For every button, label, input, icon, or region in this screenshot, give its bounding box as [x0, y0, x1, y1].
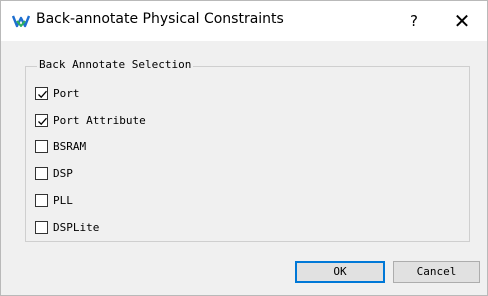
checkbox-port[interactable]: Port	[35, 84, 80, 102]
checkmark-icon	[38, 90, 47, 98]
checkbox-label: Port	[53, 86, 80, 100]
checkbox-box[interactable]	[35, 220, 48, 234]
checkbox-box[interactable]	[35, 166, 48, 180]
checkbox-pll[interactable]: PLL	[35, 191, 73, 209]
checkbox-dsplite[interactable]: DSPLite	[35, 218, 99, 236]
checkbox-label: PLL	[53, 193, 73, 207]
checkbox-label: Port Attribute	[53, 113, 146, 127]
cancel-button[interactable]: Cancel	[393, 261, 480, 283]
checkbox-box[interactable]	[35, 86, 48, 100]
checkbox-box[interactable]	[35, 113, 48, 127]
selection-group	[25, 66, 470, 242]
checkbox-bsram[interactable]: BSRAM	[35, 137, 86, 155]
checkbox-label: BSRAM	[53, 139, 87, 153]
checkbox-box[interactable]	[35, 193, 48, 207]
checkbox-box[interactable]	[35, 139, 48, 153]
checkbox-port-attribute[interactable]: Port Attribute	[35, 111, 146, 129]
dialog-window: Back-annotate Physical Constraints ? ✕ B…	[0, 0, 488, 296]
checkbox-label: DSP	[53, 166, 73, 180]
window-title: Back-annotate Physical Constraints	[36, 11, 284, 27]
ok-button[interactable]: OK	[295, 261, 385, 283]
group-title: Back Annotate Selection	[37, 58, 194, 71]
checkmark-icon	[38, 117, 47, 125]
help-button[interactable]: ?	[399, 7, 429, 35]
close-button[interactable]: ✕	[447, 7, 477, 35]
app-logo-icon	[11, 12, 31, 30]
title-bar[interactable]: Back-annotate Physical Constraints ? ✕	[1, 1, 487, 41]
checkbox-dsp[interactable]: DSP	[35, 164, 73, 182]
checkbox-label: DSPLite	[53, 220, 100, 234]
